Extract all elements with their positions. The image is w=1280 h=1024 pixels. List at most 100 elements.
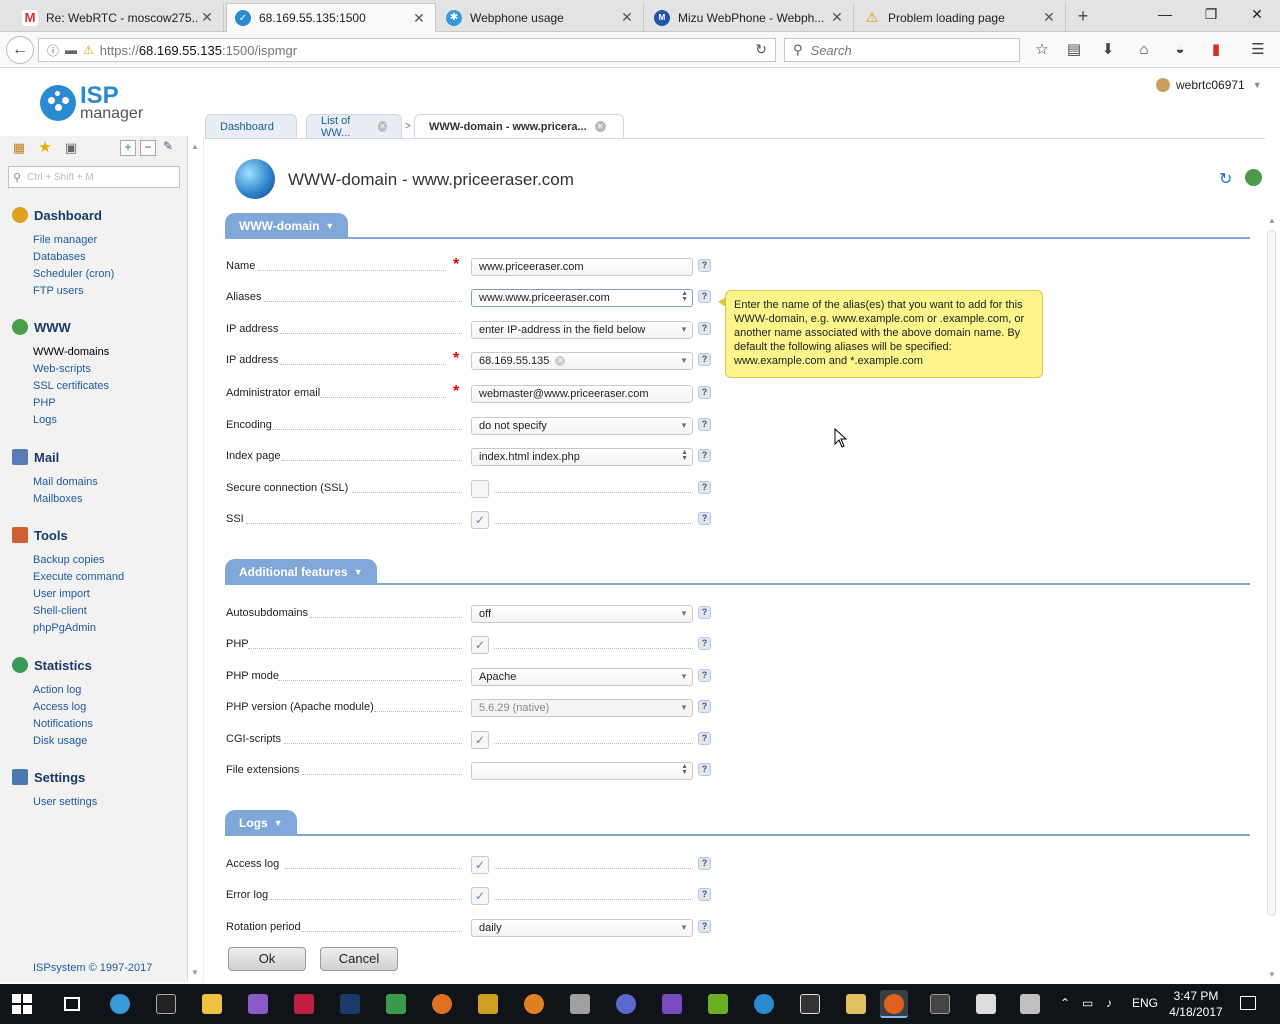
ip-address-select[interactable]: 68.169.55.135 ✕ ▼ bbox=[471, 352, 693, 370]
addon-icon[interactable]: ▮ bbox=[1206, 40, 1226, 60]
refresh-icon[interactable]: ↻ bbox=[1219, 169, 1232, 189]
taskbar-app-icon[interactable] bbox=[704, 990, 732, 1018]
help-icon[interactable]: ? bbox=[698, 857, 711, 870]
browser-tab-ispmanager[interactable]: ✓ 68.169.55.135:1500 ✕ bbox=[226, 3, 436, 32]
help-globe-icon[interactable] bbox=[1245, 169, 1262, 186]
close-tab-icon[interactable]: ✕ bbox=[594, 121, 606, 132]
close-window-button[interactable]: ✕ bbox=[1234, 0, 1280, 30]
cgi-checkbox[interactable]: ✓ bbox=[471, 731, 489, 749]
taskbar-app-icon[interactable] bbox=[972, 990, 1000, 1018]
help-icon[interactable]: ? bbox=[698, 606, 711, 619]
taskbar-app-icon[interactable] bbox=[474, 990, 502, 1018]
close-tab-icon[interactable]: ✕ bbox=[619, 9, 635, 26]
taskbar-app-icon[interactable] bbox=[612, 990, 640, 1018]
taskbar-photoshop-icon[interactable] bbox=[336, 990, 364, 1018]
ssl-checkbox[interactable] bbox=[471, 480, 489, 498]
remove-chip-icon[interactable]: ✕ bbox=[555, 356, 566, 367]
download-icon[interactable]: ⬇ bbox=[1098, 40, 1118, 60]
toolbox-icon[interactable]: ▣ bbox=[62, 140, 80, 156]
content-scrollbar-thumb[interactable] bbox=[1267, 230, 1276, 916]
expand-stepper-icon[interactable]: ▲ ▼ bbox=[681, 290, 688, 303]
taskbar-firefox-icon[interactable] bbox=[880, 990, 908, 1018]
taskbar-app-icon[interactable] bbox=[382, 990, 410, 1018]
help-icon[interactable]: ? bbox=[698, 353, 711, 366]
help-icon[interactable]: ? bbox=[698, 669, 711, 682]
help-icon[interactable]: ? bbox=[698, 920, 711, 933]
browser-tab-problem[interactable]: ⚠ Problem loading page ✕ bbox=[856, 3, 1066, 32]
rotation-period-select[interactable]: daily ▼ bbox=[471, 919, 693, 937]
taskbar-visual-studio-icon[interactable] bbox=[658, 990, 686, 1018]
expand-stepper-icon[interactable]: ▲ ▼ bbox=[681, 763, 688, 776]
sidebar-item-logs[interactable]: Logs bbox=[12, 412, 109, 429]
autosubdomains-select[interactable]: off ▼ bbox=[471, 605, 693, 623]
collapse-all-icon[interactable]: − bbox=[140, 140, 156, 156]
index-page-input[interactable]: index.html index.php ▲ ▼ bbox=[471, 448, 693, 466]
help-icon[interactable]: ? bbox=[698, 763, 711, 776]
sidebar-item-access-log[interactable]: Access log bbox=[12, 699, 93, 716]
sidebar-item-file-manager[interactable]: File manager bbox=[12, 232, 114, 249]
sidebar-item-databases[interactable]: Databases bbox=[12, 249, 114, 266]
taskbar-app-icon[interactable] bbox=[796, 990, 824, 1018]
sidebar-item-execute-command[interactable]: Execute command bbox=[12, 569, 124, 586]
sidebar-item-user-settings[interactable]: User settings bbox=[12, 794, 97, 811]
name-input[interactable]: www.priceeraser.com bbox=[471, 258, 693, 276]
close-tab-icon[interactable]: ✕ bbox=[411, 10, 427, 27]
close-tab-icon[interactable]: ✕ bbox=[378, 121, 387, 132]
sidebar-head-dashboard[interactable]: Dashboard bbox=[12, 206, 114, 224]
ispmanager-logo[interactable]: ISP manager bbox=[40, 84, 143, 122]
url-bar[interactable]: ⓘ ▬ ⚠ https:// 68.169.55.135 :1500/ispmg… bbox=[38, 38, 776, 62]
bookmark-star-icon[interactable]: ☆ bbox=[1032, 40, 1052, 60]
task-view-icon[interactable] bbox=[58, 990, 86, 1018]
tray-chevron-up-icon[interactable]: ⌃ bbox=[1060, 996, 1070, 1010]
sidebar-item-mail-domains[interactable]: Mail domains bbox=[12, 474, 98, 491]
volume-icon[interactable]: ♪ bbox=[1106, 996, 1112, 1010]
error-log-checkbox[interactable]: ✓ bbox=[471, 887, 489, 905]
sidebar-head-tools[interactable]: Tools bbox=[12, 526, 124, 544]
sidebar-item-ssl-certificates[interactable]: SSL certificates bbox=[12, 378, 109, 395]
help-icon[interactable]: ? bbox=[698, 481, 711, 494]
reading-list-icon[interactable]: ▤ bbox=[1064, 40, 1084, 60]
sidebar-head-settings[interactable]: Settings bbox=[12, 768, 97, 786]
taskbar-blender-icon[interactable] bbox=[428, 990, 456, 1018]
tab-www-domain[interactable]: WWW-domain - www.pricera... ✕ bbox=[414, 114, 624, 138]
taskbar-app-icon[interactable] bbox=[520, 990, 548, 1018]
restore-button[interactable]: ❐ bbox=[1188, 0, 1234, 30]
taskbar-clock[interactable]: 3:47 PM 4/18/2017 bbox=[1166, 988, 1226, 1020]
ip-mode-select[interactable]: enter IP-address in the field below ▼ bbox=[471, 321, 693, 339]
sidebar-item-phppgadmin[interactable]: phpPgAdmin bbox=[12, 620, 124, 637]
lock-warning-icon[interactable]: ▬ bbox=[65, 43, 77, 57]
help-icon[interactable]: ? bbox=[698, 888, 711, 901]
help-icon[interactable]: ? bbox=[698, 732, 711, 745]
content-scrollbar[interactable]: ▲ ▼ bbox=[1264, 214, 1280, 982]
taskbar-app-icon[interactable] bbox=[290, 990, 318, 1018]
expand-stepper-icon[interactable]: ▲ ▼ bbox=[681, 449, 688, 462]
section-toggle-www-domain[interactable]: WWW-domain ▼ bbox=[225, 213, 349, 239]
close-tab-icon[interactable]: ✕ bbox=[829, 9, 845, 26]
favorites-star-icon[interactable]: ★ bbox=[36, 140, 54, 156]
help-icon[interactable]: ? bbox=[698, 386, 711, 399]
taskbar-app-icon[interactable] bbox=[842, 990, 870, 1018]
close-tab-icon[interactable]: ✕ bbox=[199, 9, 215, 26]
help-icon[interactable]: ? bbox=[698, 259, 711, 272]
windows-start-icon[interactable] bbox=[12, 994, 32, 1014]
help-icon[interactable]: ? bbox=[698, 449, 711, 462]
taskbar-pdf-icon[interactable] bbox=[1016, 990, 1044, 1018]
pocket-icon[interactable]: ◒ bbox=[1170, 40, 1190, 60]
sidebar-item-user-import[interactable]: User import bbox=[12, 586, 124, 603]
help-icon[interactable]: ? bbox=[698, 700, 711, 713]
browser-tab-mizu[interactable]: M Mizu WebPhone - Webph... ✕ bbox=[646, 3, 854, 32]
admin-email-input[interactable]: webmaster@www.priceeraser.com bbox=[471, 385, 693, 403]
sidebar-item-notifications[interactable]: Notifications bbox=[12, 716, 93, 733]
sidebar-item-backup-copies[interactable]: Backup copies bbox=[12, 552, 124, 569]
php-mode-select[interactable]: Apache ▼ bbox=[471, 668, 693, 686]
taskbar-app-icon[interactable] bbox=[926, 990, 954, 1018]
section-toggle-additional-features[interactable]: Additional features ▼ bbox=[225, 559, 377, 585]
sidebar-item-php[interactable]: PHP bbox=[12, 395, 109, 412]
pin-icon[interactable]: ✎ bbox=[160, 140, 176, 156]
home-icon[interactable]: ⌂ bbox=[1134, 40, 1154, 60]
expand-all-icon[interactable]: + bbox=[120, 140, 136, 156]
access-log-checkbox[interactable]: ✓ bbox=[471, 856, 489, 874]
language-indicator[interactable]: ENG bbox=[1132, 996, 1158, 1010]
sidebar-head-www[interactable]: WWW bbox=[12, 318, 109, 336]
sidebar-item-disk-usage[interactable]: Disk usage bbox=[12, 733, 93, 750]
